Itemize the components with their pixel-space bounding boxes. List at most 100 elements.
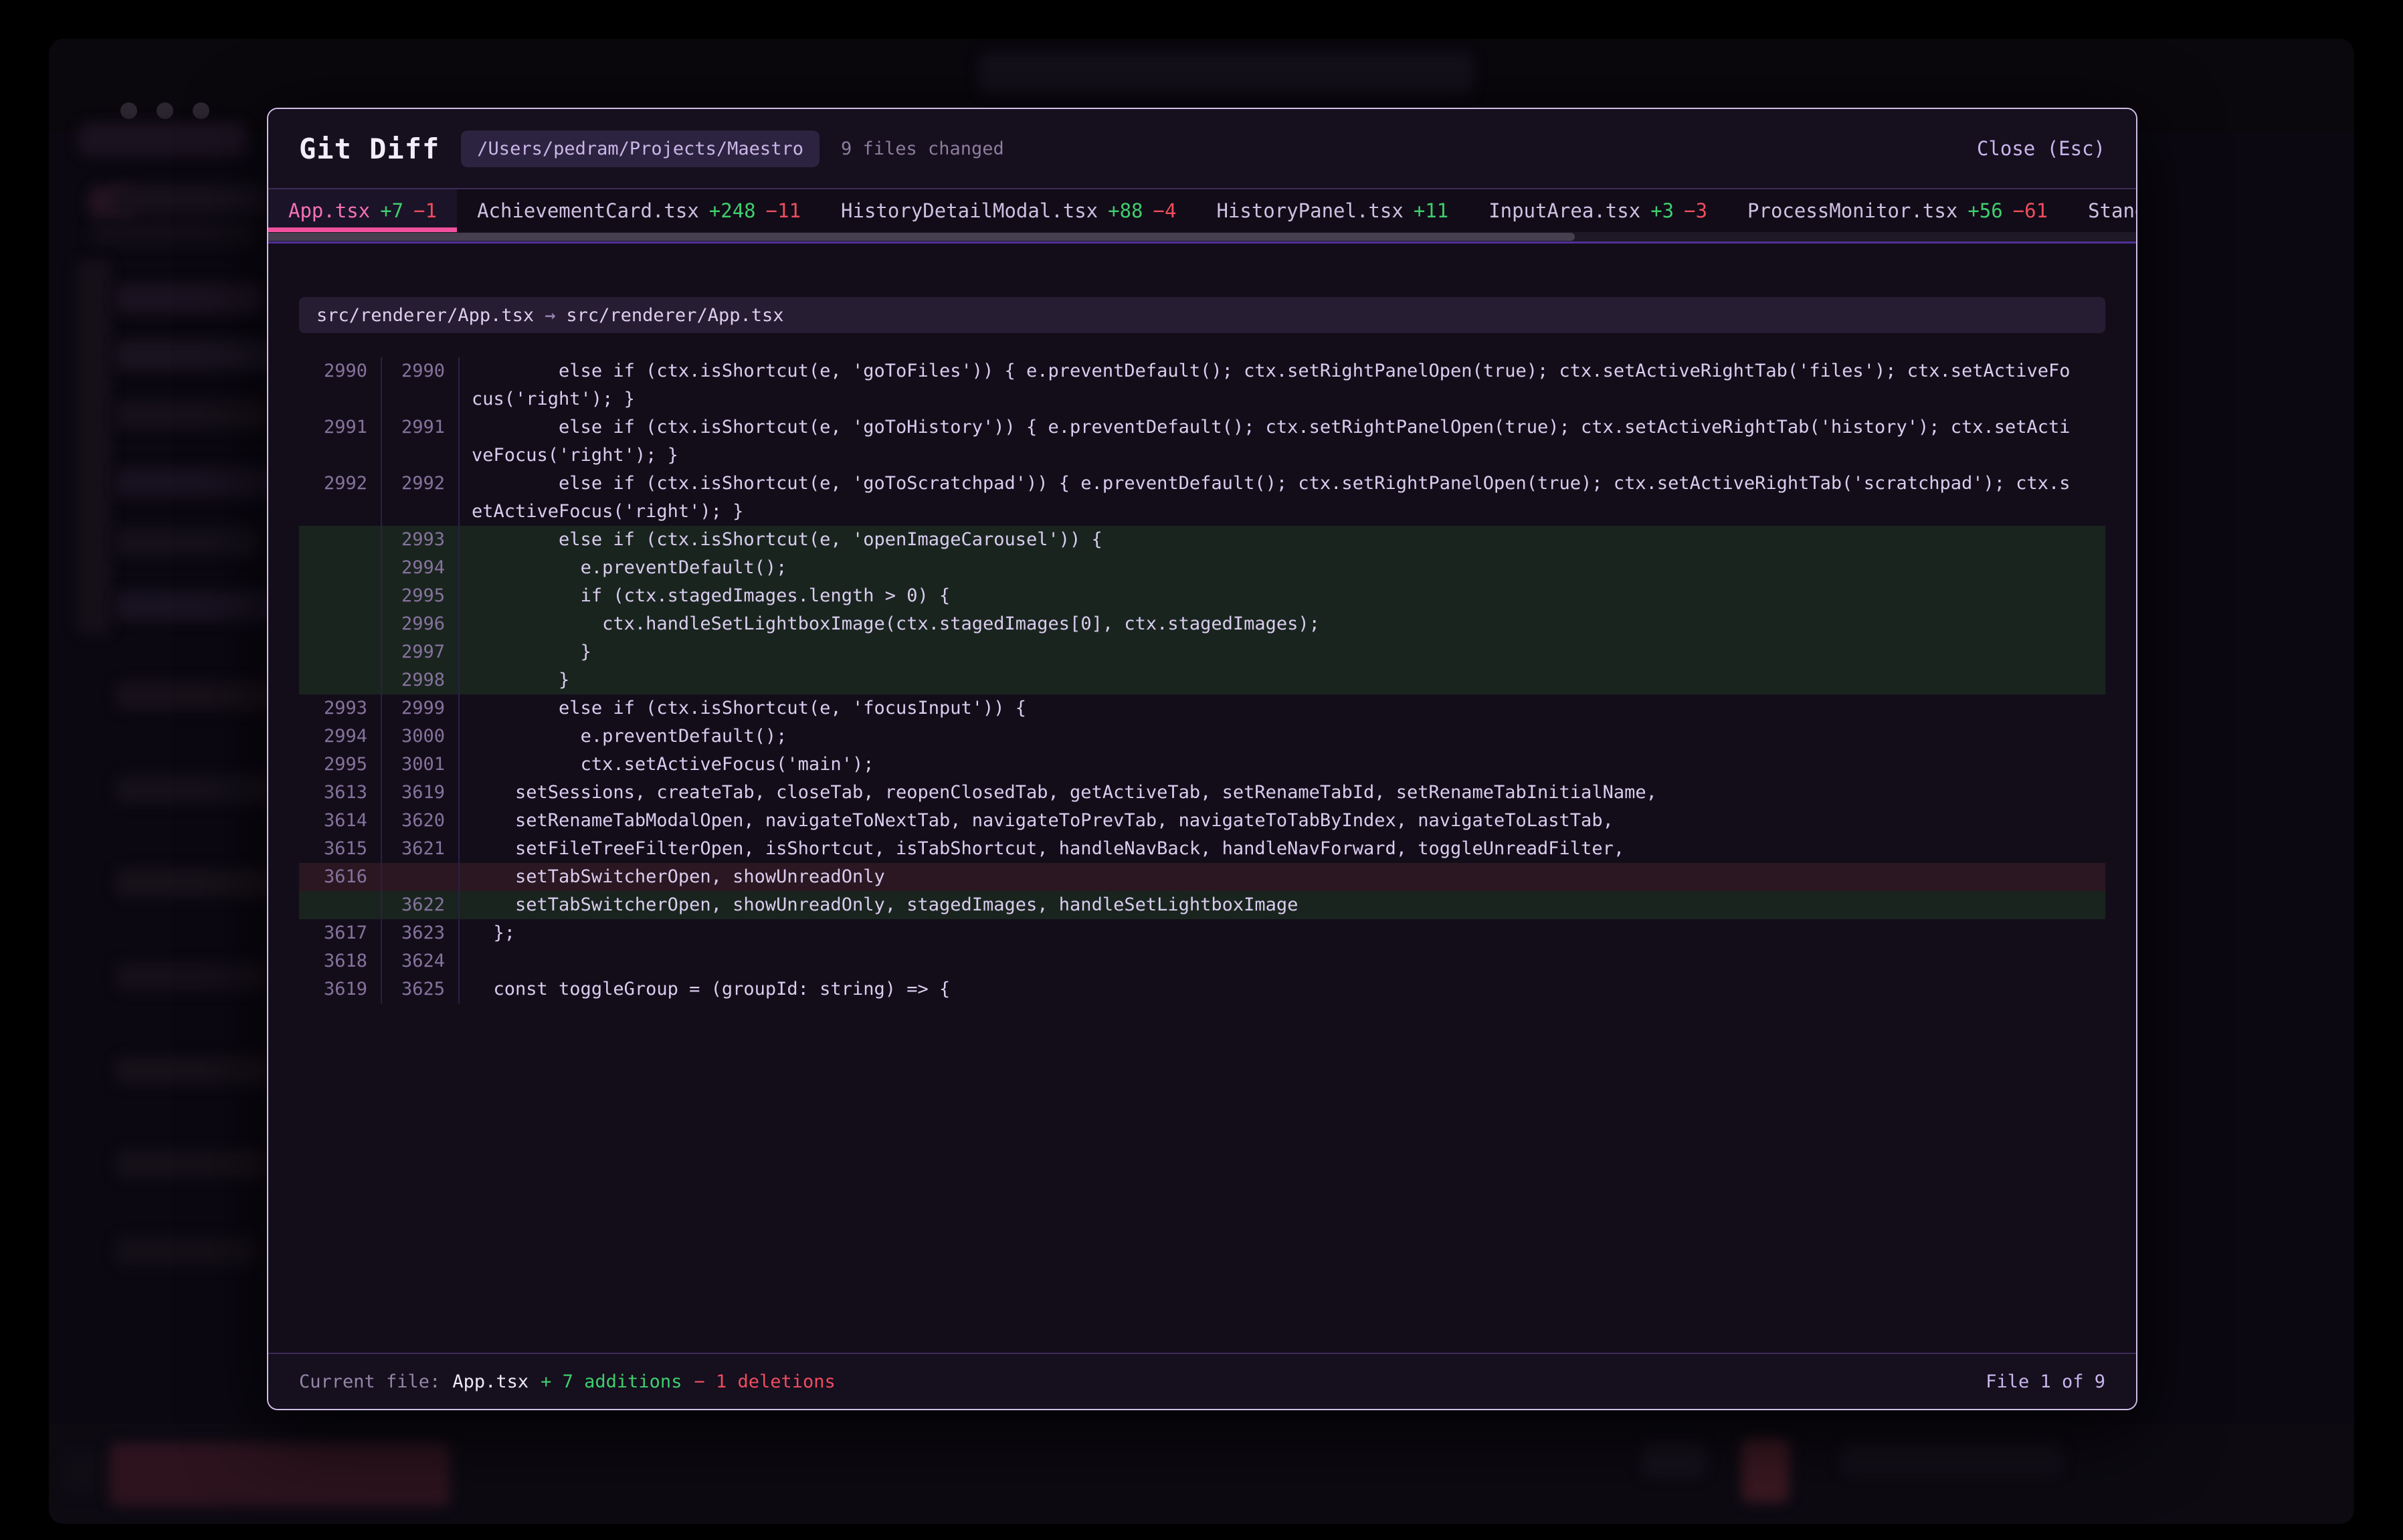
modal-title: Git Diff [299,132,440,165]
file-tab-InputArea.tsx[interactable]: InputArea.tsx +3 −3 [1468,189,1727,232]
tab-additions: +7 [380,199,403,222]
new-line-number [382,863,460,891]
tab-deletions: −3 [1684,199,1707,222]
tab-scrollbar-track[interactable] [268,232,2136,242]
tab-additions: +11 [1414,199,1448,222]
file-tab-bar: App.tsx+7−1AchievementCard.tsx+248−11His… [268,189,2136,232]
file-tab-Stand[interactable]: Stand [2068,189,2136,232]
old-line-number: 3617 [299,919,382,947]
background-sidebar-item [116,1236,256,1266]
background-bottom-icon [62,1454,99,1494]
git-diff-header: Git Diff /Users/pedram/Projects/Maestro … [268,109,2136,189]
new-line-number: 2998 [382,666,460,694]
file-tab-App.tsx[interactable]: App.tsx+7−1 [268,189,457,232]
old-line-number: 2995 [299,751,382,779]
background-sidebar-item [116,775,273,804]
background-sidebar-item [116,527,260,557]
file-tab-HistoryPanel.tsx[interactable]: HistoryPanel.tsx +11 [1196,189,1468,232]
new-line-number: 3000 [382,723,460,751]
new-line-number: 2996 [382,610,460,638]
old-line-number: 2991 [299,413,382,470]
deletions-count: − 1 deletions [694,1371,835,1392]
file-path-from: src/renderer/App.tsx [316,305,534,326]
old-line-number [299,526,382,554]
git-diff-modal: Git Diff /Users/pedram/Projects/Maestro … [267,108,2137,1410]
file-tab-ProcessMonitor.tsx[interactable]: ProcessMonitor.tsx+56−61 [1727,189,2068,232]
background-red-icon-button[interactable] [1741,1438,1790,1503]
old-line-number [299,891,382,919]
tab-file-name: AchievementCard.tsx [477,199,699,222]
background-sidebar-item [116,681,283,710]
old-line-number [299,610,382,638]
old-line-number: 3614 [299,807,382,835]
code-line: setFileTreeFilterOpen, isShortcut, isTab… [460,835,2105,863]
tab-additions: +3 [1650,199,1674,222]
old-line-number: 3616 [299,863,382,891]
old-line-number [299,554,382,582]
old-line-number: 2993 [299,694,382,723]
old-line-number: 2992 [299,470,382,526]
code-line: else if (ctx.isShortcut(e, 'goToHistory'… [460,413,2105,470]
new-line-number: 2993 [382,526,460,554]
tab-scrollbar-thumb[interactable] [268,233,1575,241]
new-line-number: 3622 [382,891,460,919]
repo-path-badge: /Users/pedram/Projects/Maestro [461,130,820,167]
footer-summary: Current file: App.tsx + 7 additions − 1 … [299,1371,836,1392]
code-line: e.preventDefault(); [460,723,2105,751]
old-line-number: 2994 [299,723,382,751]
background-sidebar-item [112,185,266,215]
file-tab-HistoryDetailModal.tsx[interactable]: HistoryDetailModal.tsx+88−4 [821,189,1196,232]
background-bottom-label [1842,1444,2062,1474]
new-line-number: 2994 [382,554,460,582]
background-sidebar-item [116,340,290,371]
new-line-number: 2999 [382,694,460,723]
tab-additions: +88 [1108,199,1143,222]
traffic-light-close-icon[interactable] [120,102,137,119]
current-file-name: App.tsx [452,1371,528,1392]
code-line: }; [460,919,2105,947]
code-line: e.preventDefault(); [460,554,2105,582]
new-line-number: 3621 [382,835,460,863]
code-line [460,947,2105,975]
background-danger-button[interactable] [109,1442,450,1507]
code-line: setTabSwitcherOpen, showUnreadOnly [460,863,2105,891]
old-line-number: 2990 [299,357,382,413]
background-bottom-bar [49,1424,2354,1524]
background-bottom-control [1642,1442,1706,1477]
tab-deletions: −4 [1153,199,1177,222]
code-line: } [460,638,2105,666]
code-line: ctx.handleSetLightboxImage(ctx.stagedIma… [460,610,2105,638]
old-line-number: 3613 [299,779,382,807]
new-line-number: 3623 [382,919,460,947]
old-line-number: 3618 [299,947,382,975]
new-line-number: 3619 [382,779,460,807]
new-line-number: 2992 [382,470,460,526]
current-file-label: Current file: [299,1371,440,1392]
background-sidebar-scrollbar[interactable] [76,260,112,634]
git-diff-footer: Current file: App.tsx + 7 additions − 1 … [268,1353,2136,1409]
background-sidebar-item [116,1056,280,1085]
code-line: if (ctx.stagedImages.length > 0) { [460,582,2105,610]
new-line-number: 2990 [382,357,460,413]
file-tab-AchievementCard.tsx[interactable]: AchievementCard.tsx +248 −11 [457,189,821,232]
files-changed-label: 9 files changed [841,138,1004,159]
code-line: else if (ctx.isShortcut(e, 'focusInput')… [460,694,2105,723]
arrow-right-icon: → [545,305,555,326]
tab-deletions: −61 [2013,199,2048,222]
tab-file-name: Stand [2088,199,2136,222]
code-line: setTabSwitcherOpen, showUnreadOnly, stag… [460,891,2105,919]
tab-file-name: HistoryPanel.tsx [1216,199,1403,222]
tab-additions: +248 [709,199,756,222]
tab-deletions: −1 [413,199,437,222]
new-line-number: 3620 [382,807,460,835]
traffic-light-minimize-icon[interactable] [157,102,173,119]
close-button[interactable]: Close (Esc) [1977,137,2105,160]
code-line: ctx.setActiveFocus('main'); [460,751,2105,779]
code-line: else if (ctx.isShortcut(e, 'goToScratchp… [460,470,2105,526]
tab-deletions: −11 [766,199,801,222]
background-sidebar-item [116,283,263,314]
file-path-to: src/renderer/App.tsx [566,305,783,326]
tab-file-name: InputArea.tsx [1488,199,1640,222]
traffic-light-zoom-icon[interactable] [193,102,209,119]
old-line-number: 3615 [299,835,382,863]
